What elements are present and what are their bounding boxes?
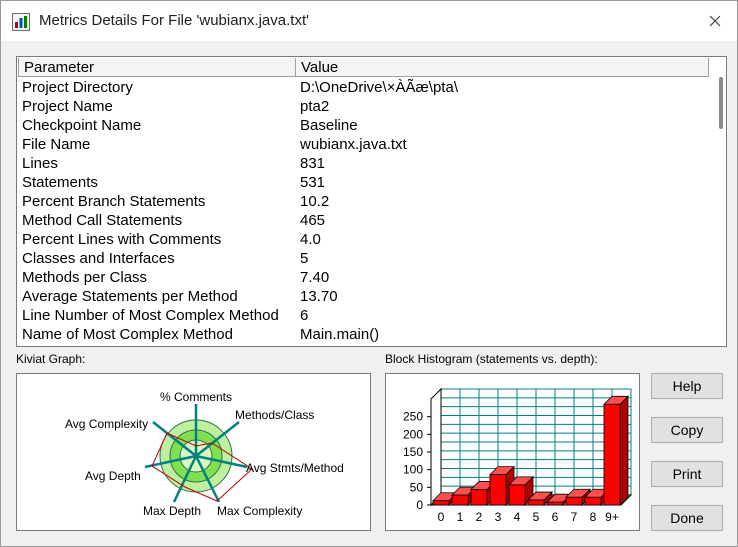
value-cell: 5	[300, 250, 309, 267]
done-button[interactable]: Done	[651, 505, 723, 531]
histogram-bar	[546, 501, 564, 506]
table-row[interactable]: Percent Lines with Comments 4.0	[17, 230, 715, 249]
kiviat-axis-label-avg-complexity: Avg Complexity	[65, 417, 148, 431]
metrics-chart-icon	[12, 13, 30, 31]
table-row[interactable]: File Name wubianx.java.txt	[17, 135, 715, 154]
kiviat-axis-label-avg-stmts: Avg Stmts/Method	[246, 461, 344, 475]
histogram-y-tick-label: 150	[403, 445, 423, 459]
kiviat-svg: % Comments Methods/Class Avg Stmts/Metho…	[65, 390, 344, 518]
histogram-svg: 0501001502002500 1 2 3 4 5 6 7 8 9+	[403, 387, 633, 524]
histogram-x-tick-label: 9+	[605, 510, 619, 524]
parameter-cell: Average Statements per Method	[22, 288, 238, 305]
kiviat-axis-label-max-depth: Max Depth	[143, 504, 201, 518]
close-icon	[709, 15, 721, 27]
table-row[interactable]: Name of Most Complex Method Main.main()	[17, 325, 715, 344]
metrics-rows: Project Directory D:\OneDrive\×ÀÃæ\pta\ Pr…	[17, 78, 715, 344]
table-row[interactable]: Statements 531	[17, 173, 715, 192]
parameter-cell: Methods per Class	[22, 269, 148, 286]
histogram-bar	[489, 474, 507, 506]
table-row[interactable]: Checkpoint Name Baseline	[17, 116, 715, 135]
histogram-bar	[451, 494, 469, 506]
histogram-bar-side	[619, 395, 629, 506]
kiviat-axis-label-max-complexity: Max Complexity	[217, 504, 302, 518]
value-cell: 831	[300, 155, 326, 172]
table-row[interactable]: Project Name pta2	[17, 97, 715, 116]
table-row[interactable]: Line Number of Most Complex Method 6	[17, 306, 715, 325]
value-cell: 7.40	[300, 269, 330, 286]
parameter-cell: Project Name	[22, 98, 113, 115]
parameter-cell: Line Number of Most Complex Method	[22, 307, 279, 324]
histogram-bar	[508, 484, 526, 506]
kiviat-axis-label-comments: % Comments	[160, 390, 232, 404]
histogram-x-tick-label: 5	[533, 510, 540, 524]
window-title: Metrics Details For File 'wubianx.java.t…	[39, 12, 309, 29]
block-histogram: 0 50 100 150 200 250 0 1 2 3 4 5 6 7 8 9+	[385, 373, 640, 531]
histogram-x-tick-label: 1	[457, 510, 464, 524]
histogram-x-tick-label: 6	[552, 510, 559, 524]
title-bar: Metrics Details For File 'wubianx.java.t…	[1, 1, 737, 41]
histogram-x-tick-label: 8	[590, 510, 597, 524]
histogram-y-tick-label: 100	[403, 463, 423, 477]
metrics-details-window: Metrics Details For File 'wubianx.java.t…	[0, 0, 738, 547]
parameter-cell: Lines	[22, 155, 58, 172]
help-button[interactable]: Help	[651, 373, 723, 399]
table-row[interactable]: Method Call Statements 465	[17, 211, 715, 230]
parameter-cell: Name of Most Complex Method	[22, 326, 233, 343]
value-cell: 465	[300, 212, 326, 229]
list-header: Parameter Value	[18, 58, 709, 77]
histogram-y-tick-label: 0	[416, 498, 423, 512]
parameter-cell: Statements	[22, 174, 98, 191]
histogram-x-tick-label: 2	[476, 510, 483, 524]
value-cell: 531	[300, 174, 326, 191]
table-row[interactable]: Classes and Interfaces 5	[17, 249, 715, 268]
table-row[interactable]: Project Directory D:\OneDrive\×ÀÃæ\pta\	[17, 78, 715, 97]
kiviat-axis-label-avg-depth: Avg Depth	[85, 469, 141, 483]
histogram-label: Block Histogram (statements vs. depth):	[385, 352, 598, 366]
parameter-cell: Checkpoint Name	[22, 117, 142, 134]
kiviat-graph: % Comments Methods/Class Avg Stmts/Metho…	[16, 373, 371, 531]
histogram-x-tick-label: 0	[438, 510, 445, 524]
histogram-x-tick-label: 3	[495, 510, 502, 524]
histogram-y-tick-label: 200	[403, 427, 423, 441]
histogram-bar	[603, 403, 621, 506]
value-cell: 13.70	[300, 288, 338, 305]
table-row[interactable]: Methods per Class 7.40	[17, 268, 715, 287]
value-cell: 4.0	[300, 231, 321, 248]
value-cell: Baseline	[300, 117, 358, 134]
close-button[interactable]	[695, 5, 735, 37]
metrics-list[interactable]: Parameter Value Project Directory D:\OneD…	[16, 56, 727, 347]
kiviat-axis-label-methods-class: Methods/Class	[235, 408, 314, 422]
histogram-x-tick-label: 4	[514, 510, 521, 524]
parameter-cell: Method Call Statements	[22, 212, 183, 229]
parameter-cell: Project Directory	[22, 79, 133, 96]
copy-button[interactable]: Copy	[651, 417, 723, 443]
value-cell: wubianx.java.txt	[300, 136, 407, 153]
histogram-y-tick-label: 50	[410, 480, 424, 494]
histogram-bar	[432, 500, 450, 506]
histogram-x-tick-label: 7	[571, 510, 578, 524]
parameter-cell: File Name	[22, 136, 91, 153]
histogram-bar	[470, 489, 488, 506]
print-button[interactable]: Print	[651, 461, 723, 487]
histogram-bar	[527, 499, 545, 506]
table-row[interactable]: Percent Branch Statements 10.2	[17, 192, 715, 211]
table-row[interactable]: Lines 831	[17, 154, 715, 173]
value-cell: Main.main()	[300, 326, 380, 343]
scrollbar-thumb[interactable]	[719, 77, 723, 129]
histogram-bar	[584, 496, 602, 506]
parameter-cell: Classes and Interfaces	[22, 250, 175, 267]
value-cell: pta2	[300, 98, 330, 115]
value-cell: D:\OneDrive\×ÀÃæ\pta\	[300, 79, 458, 96]
kiviat-label: Kiviat Graph:	[16, 352, 86, 366]
value-cell: 10.2	[300, 193, 330, 210]
histogram-bar	[565, 496, 583, 506]
column-header-parameter[interactable]: Parameter	[18, 58, 296, 77]
column-header-value[interactable]: Value	[295, 58, 709, 77]
value-cell: 6	[300, 307, 309, 324]
parameter-cell: Percent Branch Statements	[22, 193, 206, 210]
histogram-side-wall	[430, 387, 442, 507]
histogram-y-tick-label: 250	[403, 410, 423, 424]
parameter-cell: Percent Lines with Comments	[22, 231, 222, 248]
table-row[interactable]: Average Statements per Method 13.70	[17, 287, 715, 306]
